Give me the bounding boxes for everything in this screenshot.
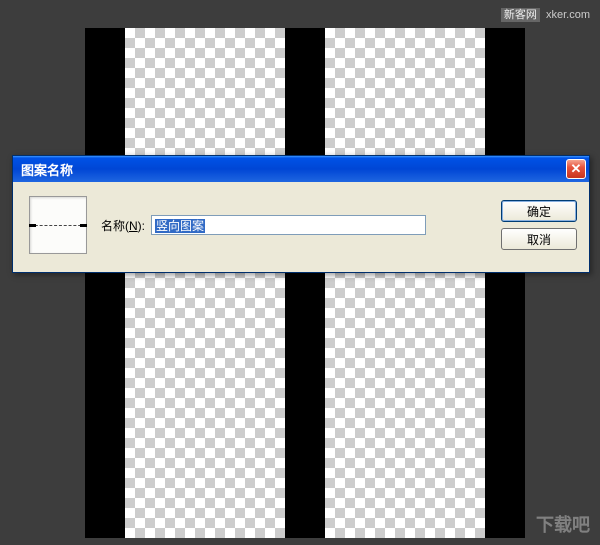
- canvas-document: [85, 28, 525, 538]
- transparency-checker: [325, 28, 485, 538]
- watermark-url: xker.com: [546, 9, 590, 21]
- dialog-buttons: 确定 取消: [501, 200, 577, 250]
- pattern-name-input[interactable]: 竖向图案: [151, 215, 426, 235]
- black-strip: [285, 28, 325, 538]
- transparency-checker: [125, 28, 285, 538]
- pattern-preview: [29, 196, 87, 254]
- cancel-button[interactable]: 取消: [501, 228, 577, 250]
- black-strip: [85, 28, 125, 538]
- pattern-name-dialog: 图案名称 ✕ 名称(N): 竖向图案 确定 取消: [12, 155, 590, 273]
- pattern-preview-graphic: [30, 225, 86, 226]
- watermark-top: 新客网 xker.com: [501, 6, 590, 22]
- dialog-body: 名称(N): 竖向图案 确定 取消: [13, 182, 589, 272]
- watermark-bottom: 下载吧: [536, 511, 590, 537]
- ok-button[interactable]: 确定: [501, 200, 577, 222]
- input-selection: 竖向图案: [155, 219, 205, 233]
- name-label: 名称(N):: [101, 217, 145, 234]
- watermark-tag: 新客网: [501, 8, 540, 22]
- dialog-titlebar[interactable]: 图案名称 ✕: [13, 156, 589, 182]
- name-field-row: 名称(N): 竖向图案: [101, 215, 487, 235]
- close-button[interactable]: ✕: [566, 159, 586, 179]
- dialog-title: 图案名称: [21, 160, 73, 179]
- close-icon: ✕: [571, 161, 582, 177]
- black-strip: [485, 28, 525, 538]
